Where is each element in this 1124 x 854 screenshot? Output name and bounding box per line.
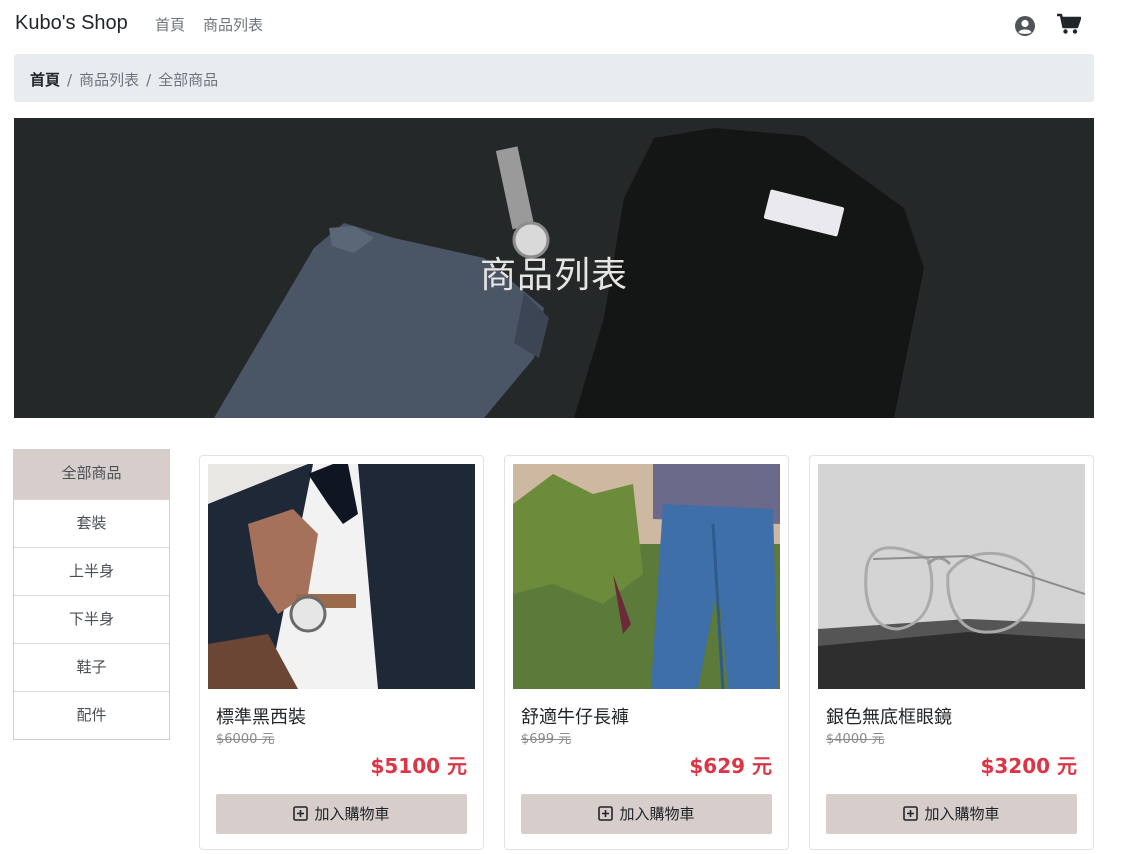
product-card: 銀色無底框眼鏡 $4000 元 $3200 元 加入購物車 xyxy=(809,455,1094,850)
product-original-price: $4000 元 xyxy=(826,732,885,747)
breadcrumb-home[interactable]: 首頁 xyxy=(30,71,60,89)
category-accessories[interactable]: 配件 xyxy=(14,691,169,739)
product-card: 舒適牛仔長褲 $699 元 $629 元 加入購物車 xyxy=(504,455,789,850)
category-bottoms[interactable]: 下半身 xyxy=(14,595,169,643)
brand-logo[interactable]: Kubo's Shop xyxy=(15,12,128,35)
product-image[interactable] xyxy=(208,464,475,689)
category-shoes[interactable]: 鞋子 xyxy=(14,643,169,691)
product-name[interactable]: 標準黑西裝 xyxy=(216,703,306,729)
add-to-cart-label: 加入購物車 xyxy=(314,805,390,823)
add-to-cart-button[interactable]: 加入購物車 xyxy=(216,794,467,834)
navbar: Kubo's Shop 首頁 商品列表 xyxy=(0,0,1124,50)
add-to-cart-button[interactable]: 加入購物車 xyxy=(826,794,1077,834)
product-original-price: $6000 元 xyxy=(216,732,275,747)
category-sidebar: 全部商品 套裝 上半身 下半身 鞋子 配件 xyxy=(13,449,170,740)
category-suits[interactable]: 套裝 xyxy=(14,499,169,547)
breadcrumb-products[interactable]: 商品列表 xyxy=(79,71,139,89)
plus-square-icon xyxy=(903,806,919,821)
breadcrumb-separator: / xyxy=(67,71,73,89)
plus-square-icon xyxy=(293,806,309,821)
product-image[interactable] xyxy=(818,464,1085,689)
product-name[interactable]: 舒適牛仔長褲 xyxy=(521,703,629,729)
product-image[interactable] xyxy=(513,464,780,689)
product-name[interactable]: 銀色無底框眼鏡 xyxy=(826,703,952,729)
nav-link-products[interactable]: 商品列表 xyxy=(203,14,263,35)
category-tops[interactable]: 上半身 xyxy=(14,547,169,595)
add-to-cart-button[interactable]: 加入購物車 xyxy=(521,794,772,834)
shopping-cart-icon[interactable] xyxy=(1057,13,1081,35)
product-card: 標準黑西裝 $6000 元 $5100 元 加入購物車 xyxy=(199,455,484,850)
hero-title: 商品列表 xyxy=(479,255,628,296)
product-price: $3200 元 xyxy=(980,754,1077,778)
user-circle-icon[interactable] xyxy=(1014,15,1036,37)
breadcrumb: 首頁 / 商品列表 / 全部商品 xyxy=(14,54,1094,102)
product-price: $629 元 xyxy=(689,754,772,778)
plus-square-icon xyxy=(598,806,614,821)
product-price: $5100 元 xyxy=(370,754,467,778)
product-original-price: $699 元 xyxy=(521,732,572,747)
hero-banner: 商品列表 xyxy=(14,118,1094,418)
breadcrumb-separator: / xyxy=(146,71,152,89)
nav-link-home[interactable]: 首頁 xyxy=(155,14,185,35)
breadcrumb-current: 全部商品 xyxy=(158,71,219,89)
category-all[interactable]: 全部商品 xyxy=(14,450,169,499)
add-to-cart-label: 加入購物車 xyxy=(924,805,1000,823)
add-to-cart-label: 加入購物車 xyxy=(619,805,695,823)
